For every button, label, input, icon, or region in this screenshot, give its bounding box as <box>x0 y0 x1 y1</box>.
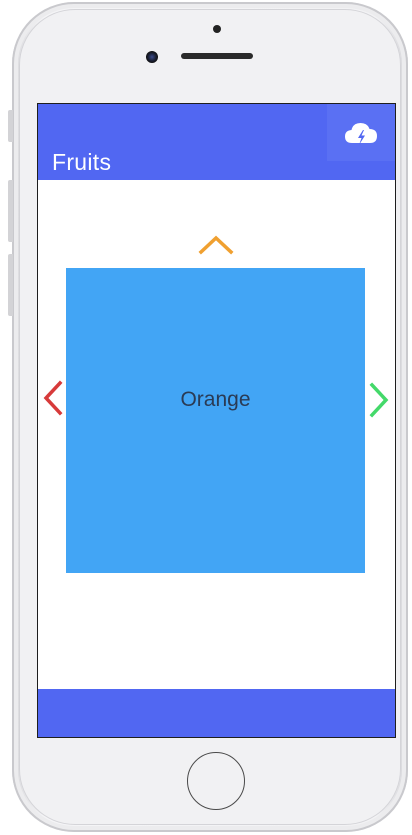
app-footer <box>38 689 395 737</box>
home-button[interactable] <box>187 752 245 810</box>
weather-action-button[interactable] <box>327 104 395 161</box>
fruit-name: Orange <box>180 387 251 411</box>
volume-up-button <box>8 180 13 242</box>
app-header: Fruits <box>38 104 395 180</box>
cloud-lightning-icon <box>345 122 377 145</box>
mute-switch <box>8 110 13 142</box>
chevron-up-icon[interactable] <box>198 232 234 256</box>
volume-down-button <box>8 254 13 316</box>
chevron-right-icon[interactable] <box>368 382 390 418</box>
app-screen: Fruits Orange <box>38 104 395 737</box>
proximity-sensor <box>213 25 221 33</box>
front-camera <box>146 51 158 63</box>
page-title: Fruits <box>52 149 112 175</box>
fruit-card[interactable]: Orange <box>66 268 365 573</box>
chevron-left-icon[interactable] <box>42 380 64 416</box>
earpiece-speaker <box>181 53 253 59</box>
